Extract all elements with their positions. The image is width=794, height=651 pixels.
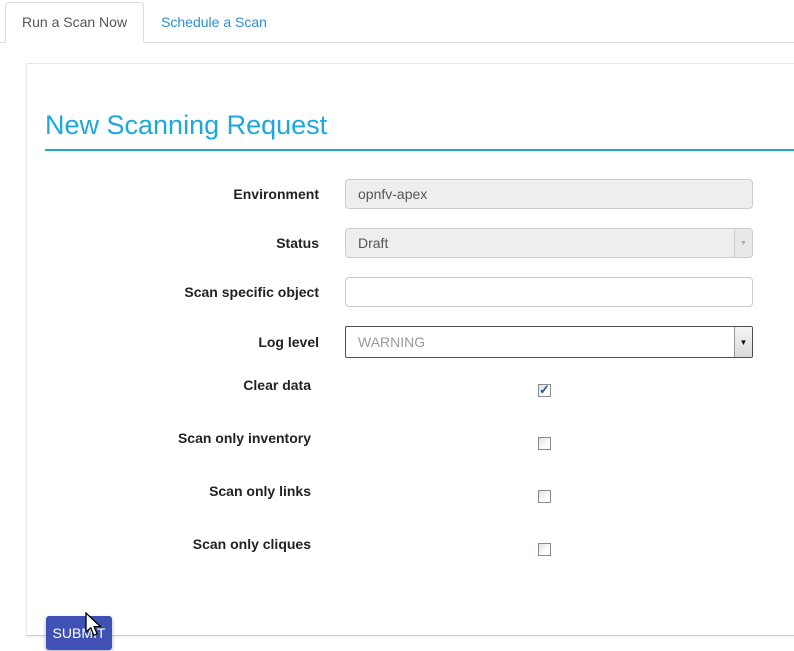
scan-specific-object-row: Scan specific object: [27, 277, 794, 307]
scan-only-inventory-checkbox[interactable]: ✓: [538, 437, 551, 450]
status-control: Draft ▼: [345, 228, 753, 258]
log-level-row: Log level WARNING ▼: [27, 326, 794, 358]
status-select: Draft ▼: [345, 228, 753, 258]
tab-run-a-scan-now-label: Run a Scan Now: [22, 14, 127, 30]
tab-schedule-a-scan-label: Schedule a Scan: [161, 14, 267, 30]
scan-only-cliques-row: Scan only cliques ✓: [27, 536, 794, 557]
scan-specific-object-label: Scan specific object: [27, 284, 319, 300]
scan-only-inventory-control: ✓: [345, 430, 753, 450]
scan-request-form: Environment Status Draft ▼ Scan specific…: [27, 179, 794, 650]
environment-label: Environment: [27, 186, 319, 202]
scan-only-cliques-label: Scan only cliques: [27, 536, 319, 552]
checkmark-icon: ✓: [539, 382, 550, 398]
environment-input: [345, 179, 753, 209]
page: Run a Scan Now Schedule a Scan New Scann…: [0, 0, 794, 651]
log-level-control: WARNING ▼: [345, 326, 753, 358]
log-level-select[interactable]: WARNING ▼: [345, 326, 753, 358]
clear-data-row: Clear data ✓: [27, 377, 794, 398]
submit-button[interactable]: SUBMIT: [46, 616, 112, 650]
scan-only-links-row: Scan only links ✓: [27, 483, 794, 504]
log-level-select-value: WARNING: [346, 327, 734, 357]
scan-only-inventory-label: Scan only inventory: [27, 430, 319, 446]
new-scanning-request-panel: New Scanning Request Environment Status …: [26, 63, 794, 636]
clear-data-control: ✓: [345, 377, 753, 397]
environment-control: [345, 179, 753, 209]
scan-only-cliques-checkbox[interactable]: ✓: [538, 543, 551, 556]
chevron-down-icon: ▼: [734, 229, 752, 257]
status-select-value: Draft: [346, 229, 734, 257]
page-title: New Scanning Request: [45, 110, 794, 151]
scan-only-links-checkbox[interactable]: ✓: [538, 490, 551, 503]
scan-specific-object-input[interactable]: [345, 277, 753, 307]
status-label: Status: [27, 235, 319, 251]
scan-only-cliques-control: ✓: [345, 536, 753, 556]
environment-row: Environment: [27, 179, 794, 209]
chevron-down-icon: ▼: [734, 327, 752, 357]
log-level-label: Log level: [27, 334, 319, 350]
scan-only-inventory-row: Scan only inventory ✓: [27, 430, 794, 451]
scan-specific-object-control: [345, 277, 753, 307]
tab-bar: Run a Scan Now Schedule a Scan: [0, 0, 794, 43]
clear-data-checkbox[interactable]: ✓: [538, 384, 551, 397]
clear-data-label: Clear data: [27, 377, 319, 393]
tab-run-a-scan-now[interactable]: Run a Scan Now: [5, 2, 144, 43]
scan-only-links-control: ✓: [345, 483, 753, 503]
status-row: Status Draft ▼: [27, 228, 794, 258]
tab-schedule-a-scan[interactable]: Schedule a Scan: [144, 2, 284, 43]
scan-only-links-label: Scan only links: [27, 483, 319, 499]
